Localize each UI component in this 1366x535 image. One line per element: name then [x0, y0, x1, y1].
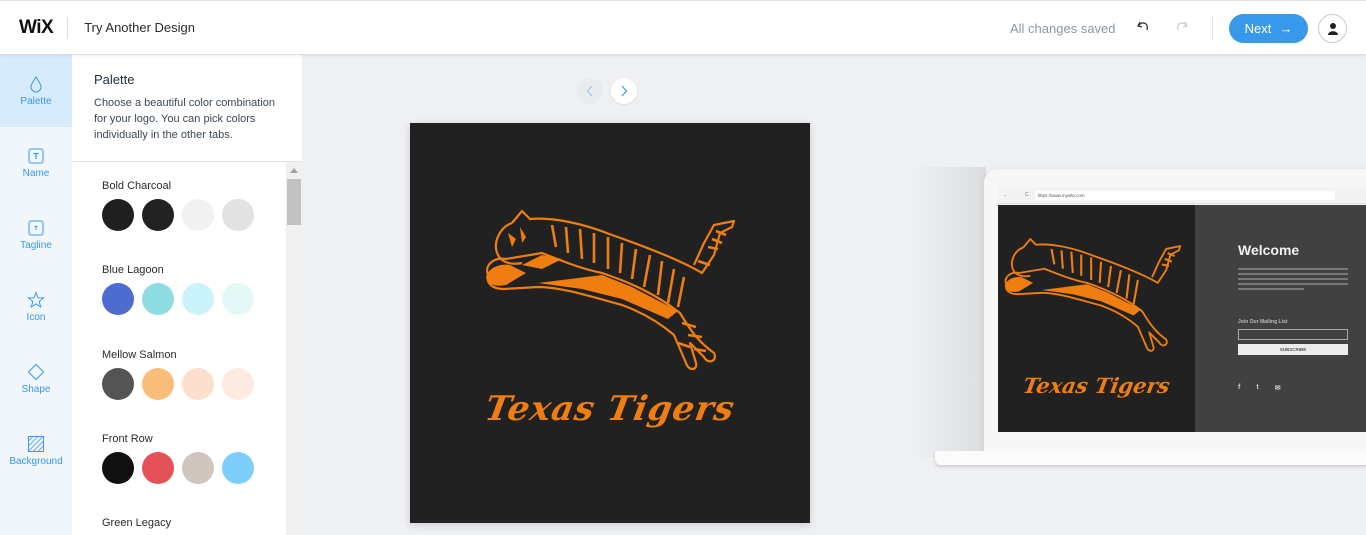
color-swatch[interactable]: [142, 283, 174, 315]
palette-name: Front Row: [102, 433, 153, 445]
next-label: Next: [1244, 21, 1272, 36]
back-icon: ←: [1003, 192, 1008, 198]
sidebar-item-label: Tagline: [20, 240, 52, 251]
color-swatch[interactable]: [142, 368, 174, 400]
laptop-shadow: [906, 167, 986, 457]
palette-name: Mellow Salmon: [102, 349, 177, 361]
diamond-icon: [27, 363, 45, 381]
text-box-small-icon: [28, 220, 44, 236]
sidebar-item-tagline[interactable]: Tagline: [0, 199, 72, 271]
sidebar-item-label: Palette: [20, 96, 52, 107]
color-swatch[interactable]: [182, 283, 214, 315]
palette-option[interactable]: Mellow Salmon: [102, 349, 254, 400]
facebook-icon: f: [1238, 384, 1241, 391]
mockup-welcome-heading: Welcome: [1238, 242, 1300, 258]
sidebar-item-background[interactable]: Background: [0, 415, 72, 487]
wix-logo[interactable]: WiX: [19, 17, 54, 39]
mockup-content-area: Welcome Join Our Mailing List SUBSCRIBE …: [1195, 205, 1366, 432]
forward-icon: →: [1014, 192, 1019, 198]
mockup-mailing-label: Join Our Mailing List: [1238, 319, 1288, 325]
hatched-square-icon: [28, 436, 44, 452]
sidebar-item-label: Name: [22, 168, 50, 179]
mail-icon: ✉: [1274, 385, 1281, 392]
color-swatch[interactable]: [142, 452, 174, 484]
color-swatch[interactable]: [222, 199, 254, 231]
tiger-icon: [1004, 238, 1182, 352]
divider: [67, 16, 69, 39]
panel-description: Choose a beautiful color combination for…: [94, 97, 276, 141]
twitter-icon: t: [1256, 384, 1259, 391]
color-swatch[interactable]: [102, 199, 134, 231]
sidebar-item-name[interactable]: Name: [0, 127, 72, 199]
mockup-subscribe-button: SUBSCRIBE: [1238, 344, 1348, 355]
sidebar-item-label: Background: [9, 456, 63, 467]
sidebar-item-icon[interactable]: Icon: [0, 271, 72, 343]
color-swatch[interactable]: [142, 199, 174, 231]
chevron-left-icon: [586, 85, 593, 97]
palette-list: Bold Charcoal Blue Lagoon Mellow Salmon …: [72, 162, 286, 535]
reload-icon: C: [1025, 192, 1029, 198]
palette-name: Green Legacy: [102, 517, 172, 529]
browser-bar: ← → C https://www.mysite.com: [998, 187, 1366, 204]
top-bar: WiX Try Another Design All changes saved…: [0, 0, 1366, 54]
logo-brand-text: Texas Tigers: [481, 389, 739, 429]
palette-option[interactable]: Blue Lagoon: [102, 264, 254, 315]
color-swatch[interactable]: [102, 452, 134, 484]
scroll-thumb[interactable]: [287, 179, 301, 225]
scroll-up-arrow-icon[interactable]: [290, 168, 298, 173]
palette-panel: Palette Choose a beautiful color combina…: [72, 55, 302, 535]
color-swatch[interactable]: [182, 452, 214, 484]
next-design-button[interactable]: [611, 78, 637, 104]
color-swatch[interactable]: [102, 283, 134, 315]
url-bar: https://www.mysite.com: [1034, 190, 1335, 200]
scrollbar[interactable]: [286, 162, 302, 535]
sidebar-item-label: Icon: [26, 312, 46, 323]
color-swatch[interactable]: [182, 199, 214, 231]
chevron-right-icon: [621, 85, 628, 97]
drop-icon: [30, 76, 42, 93]
mockup-email-input: [1238, 329, 1348, 340]
text-box-icon: [28, 148, 44, 164]
arrow-right-icon: →: [1279, 21, 1293, 36]
palette-option[interactable]: Bold Charcoal: [102, 180, 254, 231]
previous-design-button[interactable]: [577, 78, 603, 104]
page-title: Try Another Design: [84, 20, 196, 35]
logo-preview: Texas Tigers: [410, 123, 810, 523]
next-button[interactable]: Next →: [1229, 14, 1308, 43]
color-swatch[interactable]: [102, 368, 134, 400]
palette-option[interactable]: Green Legacy: [102, 517, 171, 535]
sidebar: Palette Name Tagline Icon Shape Backgrou…: [0, 55, 72, 535]
user-icon: [1327, 22, 1338, 35]
color-swatch[interactable]: [222, 368, 254, 400]
palette-name: Bold Charcoal: [102, 180, 172, 192]
sidebar-item-palette[interactable]: Palette: [0, 55, 72, 127]
mockup-paragraph-placeholder: [1238, 268, 1348, 293]
sidebar-item-shape[interactable]: Shape: [0, 343, 72, 415]
star-icon: [27, 291, 45, 309]
undo-icon[interactable]: [1135, 18, 1153, 36]
panel-header: Palette Choose a beautiful color combina…: [72, 55, 302, 162]
user-avatar[interactable]: [1318, 14, 1347, 43]
color-swatch[interactable]: [222, 452, 254, 484]
sidebar-item-label: Shape: [21, 384, 51, 395]
preview-canvas: Texas Tigers ← → C https://www.mysite.co…: [302, 55, 1366, 535]
save-status: All changes saved: [1010, 21, 1116, 36]
redo-icon[interactable]: [1172, 18, 1190, 36]
mockup-logo-area: Texas Tigers: [998, 205, 1195, 432]
tiger-icon: [486, 209, 736, 371]
divider: [1212, 17, 1213, 39]
color-swatch[interactable]: [222, 283, 254, 315]
color-swatch[interactable]: [182, 368, 214, 400]
panel-title: Palette: [94, 72, 135, 87]
palette-option[interactable]: Front Row: [102, 433, 254, 484]
palette-name: Blue Lagoon: [102, 264, 164, 276]
mockup-social-icons: f t ✉: [1238, 384, 1281, 392]
website-mockup: ← → C https://www.mysite.com Texas Tiger…: [984, 169, 1366, 451]
mockup-logo-text: Texas Tigers: [1021, 373, 1172, 398]
laptop-base: [935, 451, 1366, 465]
